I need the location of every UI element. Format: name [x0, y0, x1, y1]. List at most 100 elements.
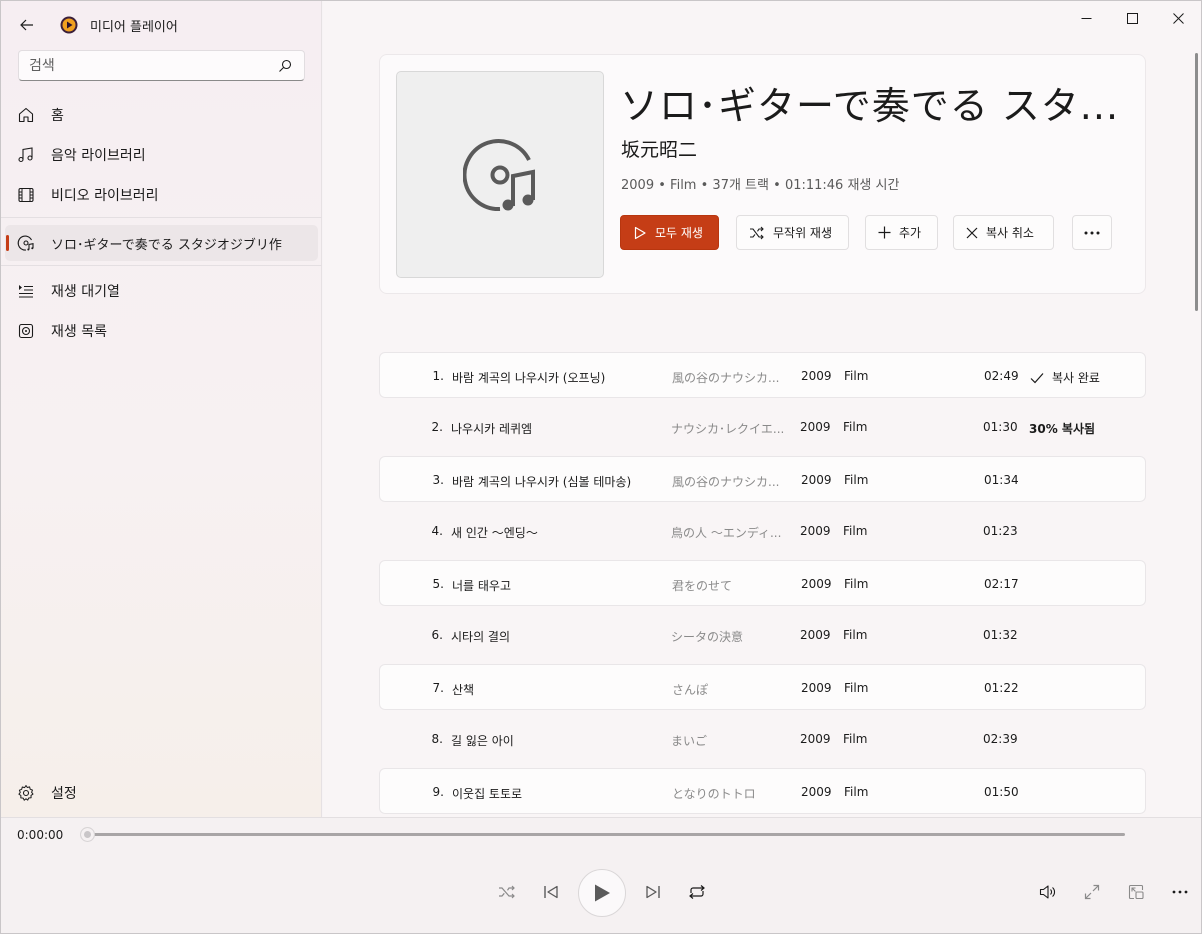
sidebar-item-play-queue[interactable]: 재생 대기열 — [5, 273, 318, 309]
copy-status: 복사 완료 — [1030, 369, 1100, 386]
track-genre[interactable]: Film — [843, 420, 867, 434]
title-bar: 미디어 플레이어 — [1, 1, 322, 49]
track-genre[interactable]: Film — [844, 577, 868, 591]
more-icon — [1172, 890, 1188, 894]
minimize-button[interactable] — [1063, 5, 1109, 31]
sidebar-item-label: 재생 목록 — [51, 324, 107, 340]
track-row[interactable]: 4. 새 인간 ～엔딩～ 鳥の人 ～エンディ... 2009 Film 01:2… — [379, 508, 1146, 554]
track-row[interactable]: 1. 바람 계곡의 나우시카 (오프닝) 風の谷のナウシカ... 2009 Fi… — [379, 352, 1146, 398]
search-box[interactable] — [18, 50, 305, 81]
play-pause-button[interactable] — [578, 869, 626, 917]
meta-separator: • — [658, 178, 666, 193]
track-album[interactable]: となりのトトロ — [672, 785, 788, 802]
sidebar-item-home[interactable]: 홈 — [5, 97, 318, 133]
track-number: 1. — [432, 369, 444, 383]
shuffle-label: 무작위 재생 — [773, 226, 833, 240]
maximize-button[interactable] — [1109, 5, 1155, 31]
app-title: 미디어 플레이어 — [90, 20, 178, 35]
mini-player-button[interactable] — [1122, 878, 1150, 906]
shuffle-toggle-button[interactable] — [493, 878, 521, 906]
track-genre[interactable]: Film — [844, 473, 868, 487]
sidebar-item-music-library[interactable]: 음악 라이브러리 — [5, 137, 318, 173]
search-input[interactable] — [29, 57, 269, 75]
copy-status-label: 복사 완료 — [1052, 371, 1100, 385]
player-bar: 0:00:00 — [1, 817, 1201, 933]
more-options-button[interactable] — [1072, 215, 1112, 250]
track-year: 2009 — [800, 524, 831, 538]
more-options-button[interactable] — [1166, 878, 1194, 906]
track-genre[interactable]: Film — [843, 628, 867, 642]
queue-icon — [19, 285, 33, 298]
track-duration: 02:39 — [983, 732, 1018, 746]
cancel-copy-label: 복사 취소 — [986, 226, 1034, 240]
sidebar-item-playlists[interactable]: 재생 목록 — [5, 313, 318, 349]
back-button[interactable] — [13, 11, 41, 39]
vertical-scrollbar[interactable] — [1195, 53, 1198, 311]
track-album[interactable]: シータの決意 — [671, 628, 787, 645]
sidebar-item-current-album[interactable]: ソロ･ギターで奏でる スタジオジブリ作 — [5, 225, 318, 261]
search-icon[interactable] — [278, 59, 292, 73]
track-year: 2009 — [801, 785, 832, 799]
close-button[interactable] — [1155, 5, 1201, 31]
gear-icon — [18, 785, 34, 801]
film-icon — [18, 187, 34, 203]
play-all-button[interactable]: 모두 재생 — [620, 215, 719, 250]
music-note-icon — [18, 147, 33, 163]
shuffle-icon — [750, 226, 764, 239]
nav-divider — [1, 265, 322, 266]
sidebar-item-video-library[interactable]: 비디오 라이브러리 — [5, 177, 318, 213]
track-album[interactable]: まいご — [671, 732, 787, 749]
fullscreen-button[interactable] — [1078, 878, 1106, 906]
track-number: 4. — [431, 524, 443, 538]
play-icon — [634, 226, 646, 239]
album-placeholder-icon — [463, 138, 535, 211]
track-year: 2009 — [801, 681, 832, 695]
track-row[interactable]: 6. 시타의 결의 シータの決意 2009 Film 01:32 — [379, 612, 1146, 658]
track-album[interactable]: ナウシカ･レクイエ... — [671, 420, 787, 437]
track-row[interactable]: 7. 산책 さんぽ 2009 Film 01:22 — [379, 664, 1146, 710]
track-genre[interactable]: Film — [843, 732, 867, 746]
album-title: ソロ･ギターで奏でる スタ... — [620, 84, 1120, 128]
sidebar-item-settings[interactable]: 설정 — [5, 775, 318, 811]
meta-separator: • — [700, 178, 709, 193]
track-album[interactable]: 風の谷のナウシカ... — [672, 473, 788, 490]
album-artist[interactable]: 坂元昭二 — [621, 135, 697, 162]
track-title: 바람 계곡의 나우시카 (오프닝) — [452, 371, 606, 385]
volume-button[interactable] — [1034, 878, 1062, 906]
track-album[interactable]: 鳥の人 ～エンディ... — [671, 524, 787, 541]
home-icon — [18, 107, 34, 123]
add-label: 추가 — [899, 226, 922, 240]
track-row[interactable]: 2. 나우시카 레퀴엠 ナウシカ･レクイエ... 2009 Film 01:30… — [379, 404, 1146, 450]
next-button[interactable] — [639, 878, 667, 906]
track-duration: 01:30 — [983, 420, 1018, 434]
repeat-button[interactable] — [683, 878, 711, 906]
shuffle-button[interactable]: 무작위 재생 — [736, 215, 849, 250]
settings-label: 설정 — [51, 786, 77, 802]
track-genre[interactable]: Film — [843, 524, 867, 538]
track-duration: 01:34 — [984, 473, 1019, 487]
skip-previous-icon — [544, 885, 558, 899]
track-genre[interactable]: Film — [844, 681, 868, 695]
cancel-copy-button[interactable]: 복사 취소 — [953, 215, 1054, 250]
seek-thumb[interactable] — [80, 827, 95, 842]
album-genre[interactable]: Film — [670, 178, 696, 193]
track-title: 이웃집 토토로 — [452, 787, 523, 801]
media-player-window: 미디어 플레이어 홈 음악 라이브러리 비디오 라이브러리 ソロ･ギターで奏でる… — [0, 0, 1202, 934]
track-row[interactable]: 5. 너를 태우고 君をのせて 2009 Film 02:17 — [379, 560, 1146, 606]
track-row[interactable]: 9. 이웃집 토토로 となりのトトロ 2009 Film 01:50 — [379, 768, 1146, 814]
main-content: ソロ･ギターで奏でる スタ... 坂元昭二 2009 • Film • 37개 … — [323, 1, 1201, 817]
track-genre[interactable]: Film — [844, 369, 868, 383]
checkmark-icon — [1030, 372, 1044, 383]
expand-icon — [1084, 884, 1100, 900]
previous-button[interactable] — [537, 878, 565, 906]
seek-bar[interactable] — [87, 833, 1125, 836]
track-row[interactable]: 8. 길 잃은 아이 まいご 2009 Film 02:39 — [379, 716, 1146, 762]
sidebar-item-label: 음악 라이브러리 — [51, 148, 146, 164]
track-album[interactable]: 君をのせて — [672, 577, 788, 594]
track-genre[interactable]: Film — [844, 785, 868, 799]
track-title: 바람 계곡의 나우시카 (심볼 테마송) — [452, 475, 632, 489]
track-album[interactable]: 風の谷のナウシカ... — [672, 369, 788, 386]
track-row[interactable]: 3. 바람 계곡의 나우시카 (심볼 테마송) 風の谷のナウシカ... 2009… — [379, 456, 1146, 502]
track-album[interactable]: さんぽ — [672, 681, 788, 698]
add-button[interactable]: 추가 — [865, 215, 938, 250]
